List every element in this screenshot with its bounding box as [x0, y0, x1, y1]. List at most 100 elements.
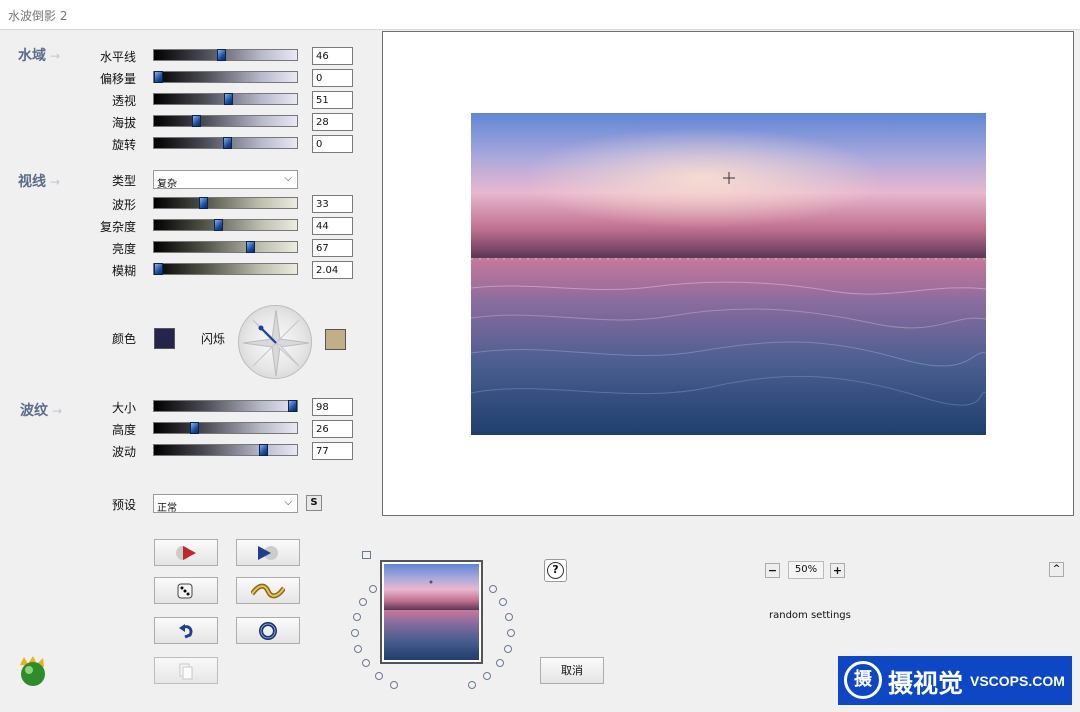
- wave-icon: [251, 583, 285, 598]
- ring-icon: [259, 621, 277, 640]
- slider-thumb[interactable]: [259, 444, 269, 456]
- water-1-slider[interactable]: [153, 71, 298, 83]
- ripple-1-slider[interactable]: [153, 422, 298, 434]
- history-dot[interactable]: [351, 629, 360, 638]
- preview-pane[interactable]: [382, 31, 1074, 516]
- slider-thumb[interactable]: [189, 422, 199, 434]
- water-0-slider[interactable]: [153, 49, 298, 61]
- slider-thumb[interactable]: [192, 115, 202, 127]
- save-preset-button[interactable]: S: [306, 495, 322, 511]
- wave-button[interactable]: [236, 577, 300, 604]
- sight-1-value-field[interactable]: 44: [312, 217, 353, 235]
- flash-color-swatch[interactable]: [325, 329, 346, 350]
- watermark-badge: 摄 摄视觉 VSCOPS.COM: [838, 656, 1072, 705]
- dice-icon: [177, 583, 193, 598]
- water-2-slider[interactable]: [153, 93, 298, 105]
- slider-thumb[interactable]: [214, 219, 224, 231]
- collapse-button[interactable]: ^: [1049, 562, 1064, 577]
- undo-icon: [179, 623, 193, 638]
- slider-thumb[interactable]: [154, 263, 163, 275]
- ripple-1-label: 高度: [111, 423, 136, 437]
- sight-2-value-field[interactable]: 67: [312, 239, 353, 257]
- animate-button[interactable]: [236, 539, 300, 566]
- history-dot[interactable]: [369, 584, 378, 593]
- reset-button[interactable]: [236, 617, 300, 644]
- water-4-slider[interactable]: [153, 137, 298, 149]
- type-label: 类型: [111, 174, 136, 188]
- render-button[interactable]: [154, 539, 218, 566]
- sight-1-slider[interactable]: [153, 219, 298, 231]
- zoom-in-button[interactable]: +: [830, 563, 845, 578]
- water-3-slider[interactable]: [153, 115, 298, 127]
- ripple-2-value-field[interactable]: 77: [312, 442, 353, 460]
- random-button[interactable]: [154, 577, 218, 604]
- slider-thumb[interactable]: [288, 400, 297, 412]
- history-dot[interactable]: [505, 613, 514, 622]
- title-bar: 水波倒影 2: [0, 0, 1080, 30]
- water-0-value-field[interactable]: 46: [312, 47, 353, 65]
- history-dot[interactable]: [374, 671, 383, 680]
- history-dot[interactable]: [390, 681, 398, 690]
- copy-button[interactable]: [154, 657, 218, 684]
- slider-thumb[interactable]: [223, 93, 233, 105]
- history-dot[interactable]: [503, 644, 512, 653]
- preset-dropdown[interactable]: 正常 ⌵: [153, 494, 298, 514]
- history-dot[interactable]: [354, 644, 363, 653]
- watermark-site: VSCOPS.COM: [970, 673, 1065, 689]
- sight-0-slider[interactable]: [153, 197, 298, 209]
- type-dropdown[interactable]: 复杂 ⌵: [153, 170, 298, 190]
- sight-0-label: 波形: [111, 198, 136, 212]
- water-3-value-field[interactable]: 28: [312, 113, 353, 131]
- history-dot[interactable]: [506, 629, 515, 638]
- help-icon: ?: [547, 562, 564, 579]
- ripple-2-slider[interactable]: [153, 444, 298, 456]
- history-dot[interactable]: [362, 659, 371, 668]
- ripple-0-value-field[interactable]: 98: [312, 398, 353, 416]
- chevron-down-icon: ⌵: [284, 497, 292, 508]
- water-1-value-field[interactable]: 0: [312, 69, 353, 87]
- sight-0-value-field[interactable]: 33: [312, 195, 353, 213]
- sight-3-label: 模糊: [111, 264, 136, 278]
- slider-thumb[interactable]: [217, 49, 227, 61]
- thumbnail-navigator[interactable]: [380, 560, 483, 664]
- cancel-button[interactable]: 取消: [540, 657, 604, 684]
- history-dot[interactable]: [495, 659, 504, 668]
- history-dot[interactable]: [352, 613, 361, 622]
- thumbnail-image: [384, 564, 479, 660]
- status-hint: random settings: [769, 610, 851, 621]
- sight-2-slider[interactable]: [153, 241, 298, 253]
- type-value: 复杂: [157, 179, 177, 190]
- sight-3-slider[interactable]: [153, 263, 298, 275]
- light-direction-dial[interactable]: [238, 305, 312, 379]
- water-4-label: 旋转: [111, 138, 136, 152]
- sight-3-value-field[interactable]: 2.04: [312, 261, 353, 279]
- water-2-value-field[interactable]: 51: [312, 91, 353, 109]
- slider-thumb[interactable]: [199, 197, 209, 209]
- copy-icon: [179, 663, 193, 679]
- slider-thumb[interactable]: [222, 137, 232, 149]
- section-sight-label: 视线: [18, 174, 46, 190]
- chevron-down-icon: ⌵: [284, 173, 292, 184]
- water-2-label: 透视: [111, 94, 136, 108]
- ripple-1-value-field[interactable]: 26: [312, 420, 353, 438]
- history-menu-icon[interactable]: [362, 551, 371, 559]
- history-dot[interactable]: [358, 598, 367, 607]
- sight-2-label: 亮度: [111, 242, 136, 256]
- history-dot[interactable]: [468, 681, 476, 690]
- undo-button[interactable]: [154, 617, 218, 644]
- history-dot[interactable]: [488, 584, 497, 593]
- slider-thumb[interactable]: [154, 71, 163, 83]
- ripple-0-label: 大小: [111, 401, 136, 415]
- sight-1-label: 复杂度: [99, 220, 136, 234]
- help-button[interactable]: ?: [544, 559, 567, 582]
- ripple-2-label: 波动: [111, 445, 136, 459]
- history-dot[interactable]: [483, 671, 492, 680]
- water-4-value-field[interactable]: 0: [312, 135, 353, 153]
- color-label: 颜色: [111, 332, 136, 346]
- preset-value: 正常: [157, 503, 177, 514]
- ripple-0-slider[interactable]: [153, 400, 298, 412]
- history-dot[interactable]: [499, 598, 508, 607]
- compass-star-icon: [242, 309, 310, 377]
- zoom-out-button[interactable]: −: [765, 563, 780, 578]
- slider-thumb[interactable]: [245, 241, 255, 253]
